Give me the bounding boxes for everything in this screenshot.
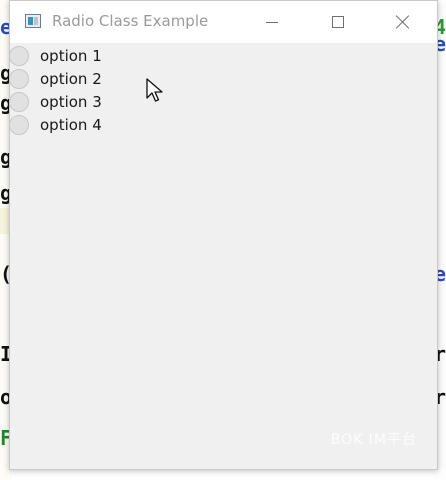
- radio-button[interactable]: [9, 46, 29, 66]
- close-icon: [396, 15, 410, 29]
- radio-label[interactable]: option 4: [40, 116, 102, 134]
- maximize-icon: [332, 16, 344, 28]
- app-icon[interactable]: [25, 14, 41, 28]
- radio-example-window: Radio Class Example option 1 option 2 op…: [9, 0, 438, 470]
- radio-label[interactable]: option 2: [40, 70, 102, 88]
- radio-button[interactable]: [9, 115, 29, 135]
- minimize-button[interactable]: [249, 1, 295, 43]
- title-bar[interactable]: Radio Class Example: [10, 1, 437, 43]
- radio-button[interactable]: [9, 92, 29, 112]
- radio-label[interactable]: option 1: [40, 47, 102, 65]
- minimize-icon: [266, 21, 278, 23]
- radio-button[interactable]: [9, 69, 29, 89]
- maximize-button[interactable]: [315, 1, 361, 43]
- radio-label[interactable]: option 3: [40, 93, 102, 111]
- window-title: Radio Class Example: [52, 12, 209, 30]
- watermark-text: BOK IM平台: [330, 432, 417, 448]
- close-button[interactable]: [380, 1, 426, 43]
- mouse-cursor-icon: [146, 78, 163, 102]
